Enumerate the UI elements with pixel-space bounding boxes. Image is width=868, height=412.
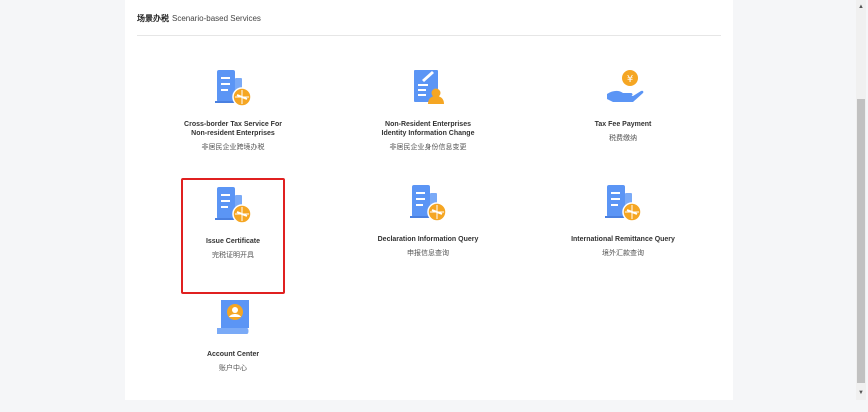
section-title-en: Scenario-based Services — [172, 14, 261, 23]
scroll-down-arrow-icon[interactable]: ▼ — [856, 388, 866, 398]
building-globe-icon — [211, 183, 255, 227]
service-name-zh: 申报信息查询 — [407, 250, 449, 257]
service-name-zh: 完税证明开具 — [212, 252, 254, 259]
section-title: 场景办税 Scenario-based Services — [137, 13, 261, 24]
document-user-icon — [406, 66, 450, 110]
service-name-zh: 非居民企业身份信息变更 — [389, 144, 467, 151]
account-scroll-icon — [211, 296, 255, 340]
service-name-zh: 非居民企业跨境办税 — [201, 144, 265, 151]
divider — [137, 35, 721, 36]
service-tile[interactable]: International Remittance Query 境外汇款查询 — [571, 181, 675, 297]
service-tile[interactable]: Non-Resident Enterprises Identity Inform… — [376, 66, 480, 182]
service-name-en: Non-Resident Enterprises Identity Inform… — [381, 121, 475, 137]
building-globe-icon — [601, 181, 645, 225]
svg-text:¥: ¥ — [627, 74, 633, 85]
service-name-zh: 账户中心 — [219, 365, 247, 372]
service-name-zh: 境外汇款查询 — [602, 250, 644, 257]
service-tile[interactable]: Cross-border Tax Service For Non-residen… — [181, 66, 285, 182]
scroll-up-arrow-icon[interactable]: ▲ — [856, 2, 866, 12]
building-globe-icon — [406, 181, 450, 225]
vertical-scrollbar[interactable]: ▲ ▼ — [856, 0, 866, 400]
service-tile[interactable]: Declaration Information Query 申报信息查询 — [376, 181, 480, 297]
service-tile[interactable]: Issue Certificate 完税证明开具 — [181, 178, 285, 294]
service-name-en: Declaration Information Query — [377, 236, 479, 243]
service-name-en: Account Center — [206, 351, 260, 358]
hand-yuan-coin-icon: ¥ — [601, 66, 645, 110]
building-globe-icon — [211, 66, 255, 110]
service-name-en: Cross-border Tax Service For Non-residen… — [184, 121, 282, 137]
service-tile[interactable]: ¥ Tax Fee Payment 税费缴纳 — [571, 66, 675, 182]
service-name-en: International Remittance Query — [571, 236, 675, 243]
service-name-zh: 税费缴纳 — [609, 135, 637, 142]
service-tile[interactable]: Account Center 账户中心 — [181, 296, 285, 412]
section-title-zh: 场景办税 — [137, 14, 169, 23]
service-name-en: Issue Certificate — [205, 238, 261, 245]
scrollbar-thumb[interactable] — [857, 99, 865, 383]
service-name-en: Tax Fee Payment — [594, 121, 652, 128]
